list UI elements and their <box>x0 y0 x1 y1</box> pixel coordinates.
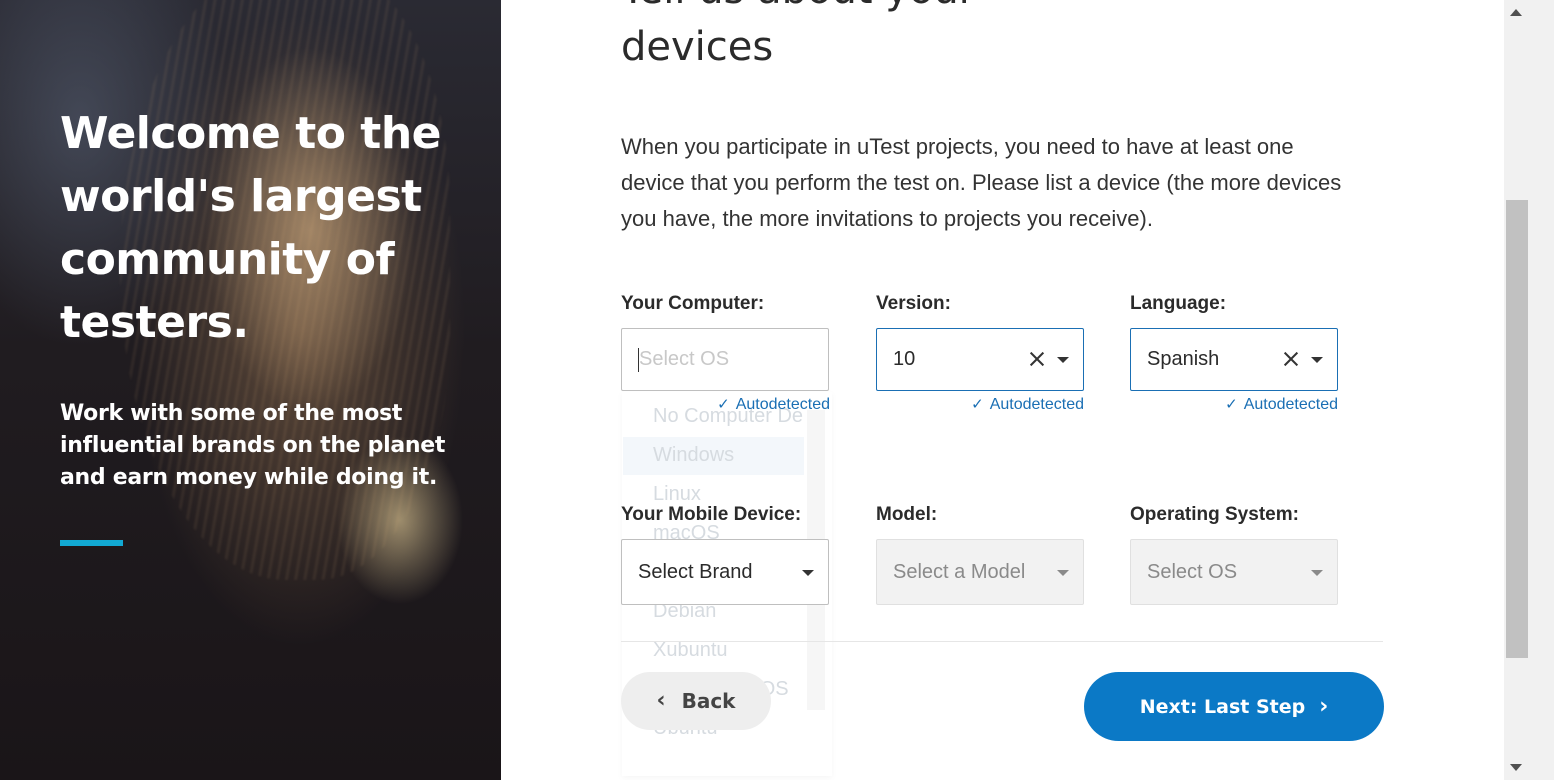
version-label: Version: <box>876 293 951 314</box>
language-autodetected: ✓ Autodetected <box>1130 395 1338 414</box>
hero-subtitle: Work with some of the most influential b… <box>60 401 446 490</box>
os-option[interactable]: Xubuntu <box>653 639 728 662</box>
intro-text: When you participate in uTest projects, … <box>621 134 1342 231</box>
page-title-line1: Tell us about your <box>621 0 975 13</box>
autodetected-text: Autodetected <box>735 396 830 413</box>
os-option[interactable]: Windows <box>653 444 734 467</box>
hero-accent-bar <box>60 540 123 546</box>
divider <box>621 641 1383 642</box>
caret-down-icon[interactable] <box>1311 357 1323 363</box>
language-value: Spanish <box>1147 348 1220 370</box>
computer-os-select[interactable]: Select OS <box>621 328 829 391</box>
chevron-right-icon: › <box>1319 693 1329 719</box>
autodetected-text: Autodetected <box>1243 396 1338 413</box>
model-select[interactable]: Select a Model <box>876 539 1084 605</box>
model-label: Model: <box>876 504 938 525</box>
mobile-brand-select[interactable]: Select Brand <box>621 539 829 605</box>
scroll-up-arrow-icon[interactable] <box>1510 9 1522 16</box>
next-button[interactable]: Next: Last Step › <box>1084 672 1384 741</box>
mobile-os-value: Select OS <box>1147 561 1238 583</box>
os-option[interactable]: Linux <box>653 483 701 506</box>
page-scrollbar[interactable] <box>1504 0 1554 780</box>
hero-panel: Welcome to the world's largest community… <box>0 0 501 780</box>
scrollbar-thumb[interactable] <box>1506 200 1528 658</box>
hero-title: Welcome to the world's largest community… <box>60 108 442 348</box>
chevron-left-icon: ‹ <box>656 688 666 713</box>
next-label: Next: Last Step <box>1139 695 1306 718</box>
caret-down-icon[interactable] <box>802 570 814 576</box>
computer-autodetected: ✓ Autodetected <box>622 395 830 414</box>
mobile-device-label: Your Mobile Device: <box>621 504 802 525</box>
page-title: Tell us about your devices <box>621 0 1221 76</box>
checkmark-icon: ✓ <box>717 396 730 413</box>
version-autodetected: ✓ Autodetected <box>876 395 1084 414</box>
model-value: Select a Model <box>893 561 1026 583</box>
checkmark-icon: ✓ <box>1225 396 1238 413</box>
computer-label: Your Computer: <box>621 293 765 314</box>
back-label: Back <box>681 689 736 713</box>
back-button[interactable]: ‹ Back <box>621 672 771 730</box>
mobile-brand-value: Select Brand <box>638 561 753 583</box>
close-icon[interactable] <box>1028 350 1046 368</box>
caret-down-icon[interactable] <box>1057 357 1069 363</box>
language-label: Language: <box>1130 293 1227 314</box>
computer-os-placeholder: Select OS <box>639 348 730 370</box>
version-value: 10 <box>893 348 916 370</box>
close-icon[interactable] <box>1282 350 1300 368</box>
checkmark-icon: ✓ <box>971 396 984 413</box>
caret-down-icon <box>1311 570 1323 576</box>
mobile-os-select[interactable]: Select OS <box>1130 539 1338 605</box>
scroll-down-arrow-icon[interactable] <box>1510 764 1522 771</box>
caret-down-icon <box>1057 570 1069 576</box>
autodetected-text: Autodetected <box>989 396 1084 413</box>
version-select[interactable]: 10 <box>876 328 1084 391</box>
page-title-line2: devices <box>621 24 774 70</box>
language-select[interactable]: Spanish <box>1130 328 1338 391</box>
mobile-os-label: Operating System: <box>1130 504 1299 525</box>
